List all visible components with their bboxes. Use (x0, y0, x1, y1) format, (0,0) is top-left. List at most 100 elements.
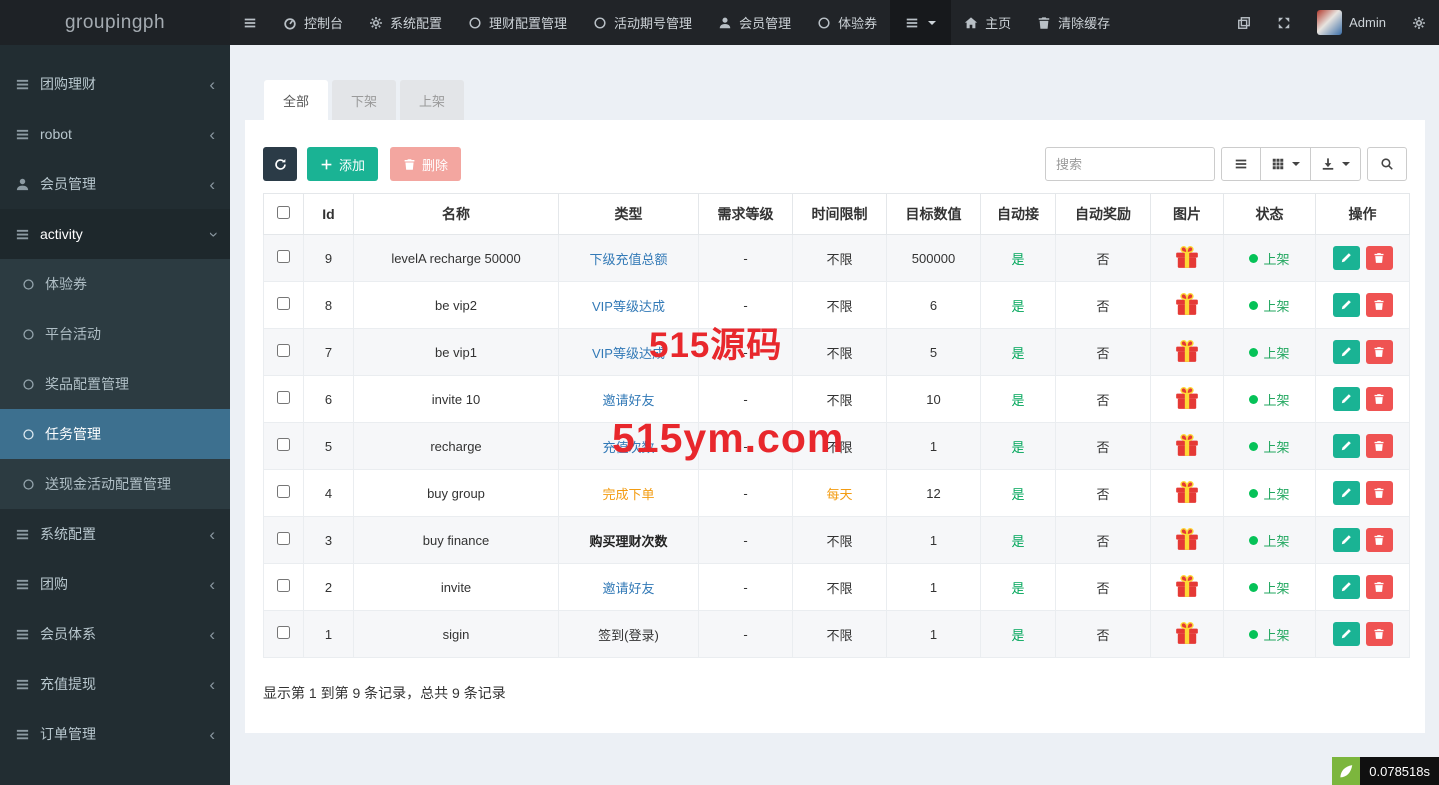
row-checkbox[interactable] (277, 250, 290, 263)
sidebar-item-member-manage[interactable]: 会员管理 ‹ (0, 159, 230, 209)
nav-item-activity-period[interactable]: 活动期号管理 (580, 0, 705, 45)
cell-type-link[interactable]: 完成下单 (602, 487, 654, 502)
tab-all[interactable]: 全部 (264, 80, 329, 120)
nav-item-finance-config[interactable]: 理财配置管理 (455, 0, 580, 45)
gift-image[interactable] (1174, 385, 1200, 411)
chevron-left-icon: ‹ (209, 624, 215, 644)
sidebar-item-activity[interactable]: activity ‹ (0, 209, 230, 259)
select-all-checkbox[interactable] (277, 206, 290, 219)
nav-menu-dropdown-button[interactable] (890, 0, 952, 45)
cell-level: - (698, 375, 793, 423)
tab-online[interactable]: 上架 (400, 80, 465, 120)
sidebar-item-recharge-withdraw[interactable]: 充值提现 ‹ (0, 659, 230, 709)
columns-button[interactable] (1260, 147, 1311, 181)
add-button[interactable]: 添加 (307, 147, 379, 181)
edit-button[interactable] (1332, 575, 1360, 599)
status-dot-icon (1249, 582, 1259, 592)
delete-button[interactable] (1365, 293, 1393, 317)
gift-image[interactable] (1174, 432, 1200, 458)
status-dot-icon (1249, 253, 1259, 263)
cell-type-link[interactable]: 购买理财次数 (589, 534, 667, 549)
sidebar-item-robot[interactable]: robot ‹ (0, 109, 230, 159)
nav-item-member-manage[interactable]: 会员管理 (705, 0, 804, 45)
refresh-button[interactable] (263, 147, 297, 181)
edit-button[interactable] (1332, 434, 1360, 458)
delete-button[interactable] (1365, 387, 1393, 411)
cell-type-link[interactable]: 充值次数 (602, 440, 654, 455)
sidebar-item-group-finance[interactable]: 团购理财 ‹ (0, 59, 230, 109)
nav-user-menu[interactable]: Admin (1304, 0, 1399, 45)
nav-settings-button[interactable] (1399, 0, 1439, 45)
cell-type-link[interactable]: VIP等级达成 (592, 299, 665, 314)
nav-fullscreen-button[interactable] (1264, 0, 1304, 45)
row-checkbox[interactable] (277, 626, 290, 639)
edit-button[interactable] (1332, 246, 1360, 270)
submenu-item-platform-activity[interactable]: 平台活动 (0, 309, 230, 359)
pencil-icon (1341, 582, 1351, 592)
gift-image[interactable] (1174, 291, 1200, 317)
cell-type-link[interactable]: 签到(登录) (598, 628, 659, 643)
gift-image[interactable] (1174, 526, 1200, 552)
sidebar-item-member-system[interactable]: 会员体系 ‹ (0, 609, 230, 659)
edit-button[interactable] (1332, 622, 1360, 646)
cell-type-link[interactable]: 邀请好友 (602, 393, 654, 408)
nav-item-home[interactable]: 主页 (951, 0, 1024, 45)
cell-type-link[interactable]: 下级充值总额 (589, 252, 667, 267)
advanced-search-button[interactable] (1367, 147, 1407, 181)
sidebar-item-group-buy[interactable]: 团购 ‹ (0, 559, 230, 609)
gift-image[interactable] (1174, 573, 1200, 599)
submenu-item-trial-coupon[interactable]: 体验券 (0, 259, 230, 309)
tab-offline[interactable]: 下架 (332, 80, 397, 120)
nav-item-system-config[interactable]: 系统配置 (356, 0, 455, 45)
nav-lock-screen-button[interactable] (1224, 0, 1264, 45)
brand-logo[interactable]: groupingph (0, 0, 230, 45)
row-checkbox[interactable] (277, 438, 290, 451)
edit-button[interactable] (1332, 481, 1360, 505)
toggle-view-button[interactable] (1221, 147, 1261, 181)
delete-button[interactable] (1365, 340, 1393, 364)
sidebar-item-order-manage[interactable]: 订单管理 ‹ (0, 709, 230, 759)
export-button[interactable] (1310, 147, 1361, 181)
edit-button[interactable] (1332, 528, 1360, 552)
delete-button[interactable] (1365, 528, 1393, 552)
gift-image[interactable] (1174, 338, 1200, 364)
submenu-item-cash-activity-config[interactable]: 送现金活动配置管理 (0, 459, 230, 509)
gift-image[interactable] (1174, 479, 1200, 505)
row-checkbox[interactable] (277, 344, 290, 357)
submenu-item-task-manage[interactable]: 任务管理 (0, 409, 230, 459)
header-image: 图片 (1150, 193, 1224, 235)
submenu-item-prize-config[interactable]: 奖品配置管理 (0, 359, 230, 409)
delete-selected-button[interactable]: 删除 (390, 147, 462, 181)
sidebar-item-system-config[interactable]: 系统配置 ‹ (0, 509, 230, 559)
delete-button[interactable] (1365, 481, 1393, 505)
delete-button[interactable] (1365, 246, 1393, 270)
nav-item-trial-coupon[interactable]: 体验券 (804, 0, 890, 45)
gift-icon (1176, 621, 1198, 644)
edit-button[interactable] (1332, 340, 1360, 364)
edit-button[interactable] (1332, 293, 1360, 317)
gift-image[interactable] (1174, 244, 1200, 270)
cell-name: be vip2 (353, 281, 559, 329)
delete-button[interactable] (1365, 575, 1393, 599)
row-checkbox[interactable] (277, 391, 290, 404)
sidebar-toggle-button[interactable] (230, 0, 270, 45)
row-checkbox[interactable] (277, 532, 290, 545)
delete-button[interactable] (1365, 622, 1393, 646)
nav-item-clear-cache[interactable]: 清除缓存 (1024, 0, 1123, 45)
submenu-item-label: 送现金活动配置管理 (45, 476, 171, 492)
row-checkbox[interactable] (277, 485, 290, 498)
sidebar-item-label: 系统配置 (40, 526, 96, 542)
trash-icon (1374, 582, 1384, 592)
status-dot-icon (1249, 629, 1259, 639)
nav-item-console[interactable]: 控制台 (270, 0, 356, 45)
search-input[interactable] (1045, 147, 1215, 181)
delete-button[interactable] (1365, 434, 1393, 458)
row-checkbox[interactable] (277, 297, 290, 310)
cell-type-link[interactable]: VIP等级达成 (592, 346, 665, 361)
gift-image[interactable] (1174, 620, 1200, 646)
row-checkbox[interactable] (277, 579, 290, 592)
cell-type-link[interactable]: 邀请好友 (602, 581, 654, 596)
user-icon (719, 17, 731, 28)
cell-auto-accept: 是 (1011, 627, 1025, 643)
edit-button[interactable] (1332, 387, 1360, 411)
